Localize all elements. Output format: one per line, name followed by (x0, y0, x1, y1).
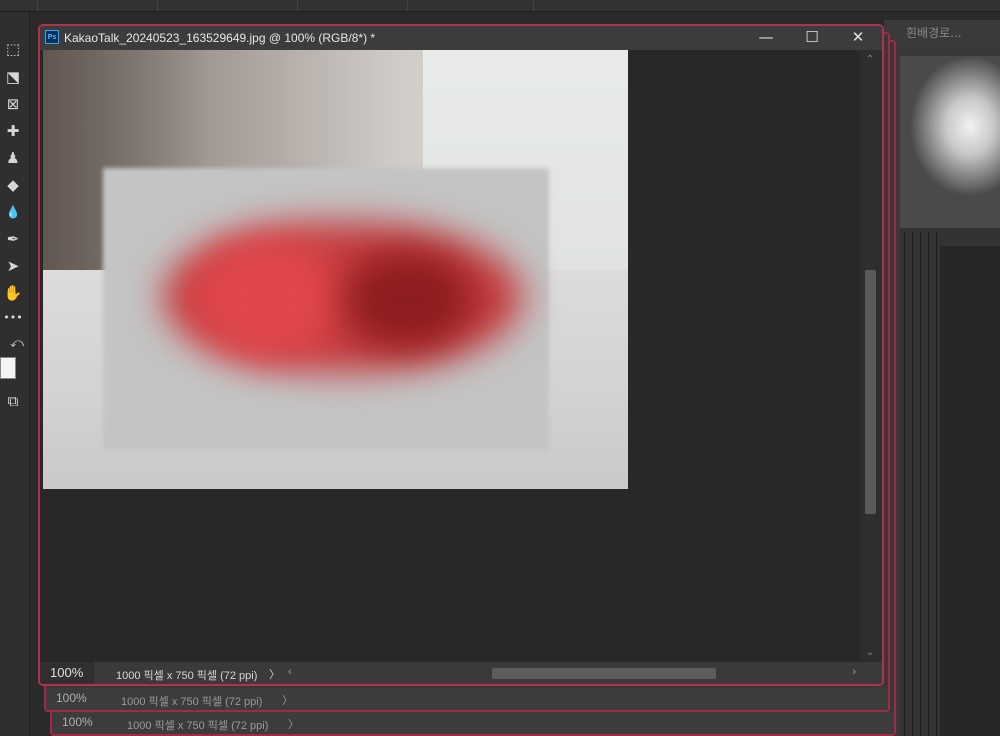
background-frame (940, 246, 1000, 736)
options-segment[interactable] (298, 0, 408, 11)
healing-brush-tool-icon[interactable]: ✚ (2, 120, 24, 142)
object-select-tool-icon[interactable]: ⬔ (2, 66, 24, 88)
photoshop-icon: Ps (45, 30, 59, 44)
zoom-level[interactable]: 100% (62, 715, 93, 729)
canvas-image[interactable] (43, 50, 628, 489)
stacked-status-bar: 100% 1000 픽셀 x 750 픽셀 (72 ppi) 〉 (52, 712, 894, 734)
document-title: KakaoTalk_20240523_163529649.jpg @ 100% … (64, 31, 376, 45)
info-chevron-icon[interactable]: 〉 (288, 716, 299, 732)
document-window[interactable]: Ps KakaoTalk_20240523_163529649.jpg @ 10… (38, 24, 884, 686)
tools-panel: ⬚ ⬔ ⊠ ✚ ♟ ◆ 💧 ✒ ➤ ✋ ••• ⤺ ⧉ (0, 12, 30, 736)
clone-stamp-tool-icon[interactable]: ♟ (2, 147, 24, 169)
options-segment[interactable] (38, 0, 158, 11)
screen-mode-icon[interactable]: ⧉ (2, 390, 24, 412)
options-bar (0, 0, 1000, 12)
marquee-tool-icon[interactable]: ⬚ (2, 38, 24, 60)
maximize-button[interactable]: ☐ (789, 26, 835, 50)
scroll-down-icon[interactable]: ⌄ (866, 647, 874, 658)
blurred-red-shadow (343, 250, 473, 350)
photoshop-workspace: 흰배경로... 100% 1000 픽셀 x 750 픽셀 (72 ppi) 〉… (0, 0, 1000, 736)
blur-tool-icon[interactable]: 💧 (2, 201, 24, 223)
close-button[interactable]: ✕ (835, 26, 881, 50)
stack-edge (904, 232, 905, 736)
eraser-tool-icon[interactable]: ◆ (2, 174, 24, 196)
frame-tool-icon[interactable]: ⊠ (2, 93, 24, 115)
swap-colors-icon[interactable]: ⤺ (6, 332, 28, 354)
options-segment[interactable] (158, 0, 298, 11)
info-chevron-icon[interactable]: 〉 (282, 692, 293, 708)
document-titlebar[interactable]: Ps KakaoTalk_20240523_163529649.jpg @ 10… (40, 26, 882, 50)
scroll-up-icon[interactable]: ⌃ (866, 54, 874, 65)
blurred-red-highlight (193, 238, 343, 358)
canvas-area[interactable] (40, 50, 864, 664)
stack-edge (912, 232, 913, 736)
horizontal-scroll-thumb[interactable] (492, 668, 716, 679)
document-info: 1000 픽셀 x 750 픽셀 (72 ppi) (116, 670, 258, 682)
vertical-scrollbar[interactable]: ⌃ ⌄ (860, 50, 882, 664)
stack-edge (928, 232, 929, 736)
options-segment[interactable] (408, 0, 534, 11)
pen-tool-icon[interactable]: ✒ (2, 228, 24, 250)
background-tab-title: 흰배경로... (906, 26, 962, 40)
zoom-level[interactable]: 100% (56, 691, 87, 705)
stack-edge (920, 232, 921, 736)
options-segment[interactable] (0, 0, 38, 11)
stacked-status-bar: 100% 1000 픽셀 x 750 픽셀 (72 ppi) 〉 (46, 688, 888, 710)
zoom-level[interactable]: 100% (40, 662, 94, 684)
minimize-button[interactable]: — (743, 26, 789, 50)
foreground-color-swatch[interactable] (0, 357, 16, 379)
hand-tool-icon[interactable]: ✋ (2, 282, 24, 304)
path-select-tool-icon[interactable]: ➤ (2, 255, 24, 277)
document-info: 1000 픽셀 x 750 픽셀 (72 ppi) (121, 696, 263, 708)
scroll-left-icon[interactable]: ‹ (288, 666, 292, 678)
background-document-image (900, 56, 1000, 228)
more-tools-icon[interactable]: ••• (2, 306, 24, 328)
vertical-scroll-thumb[interactable] (865, 270, 876, 514)
background-document-tab[interactable]: 흰배경로... (884, 20, 1000, 46)
scroll-right-icon[interactable]: › (852, 666, 856, 678)
info-chevron-icon[interactable]: 〉 (269, 666, 280, 682)
status-bar: 100% 1000 픽셀 x 750 픽셀 (72 ppi) 〉 ‹ › (40, 662, 882, 684)
stack-edge (936, 232, 937, 736)
document-info: 1000 픽셀 x 750 픽셀 (72 ppi) (127, 720, 269, 732)
